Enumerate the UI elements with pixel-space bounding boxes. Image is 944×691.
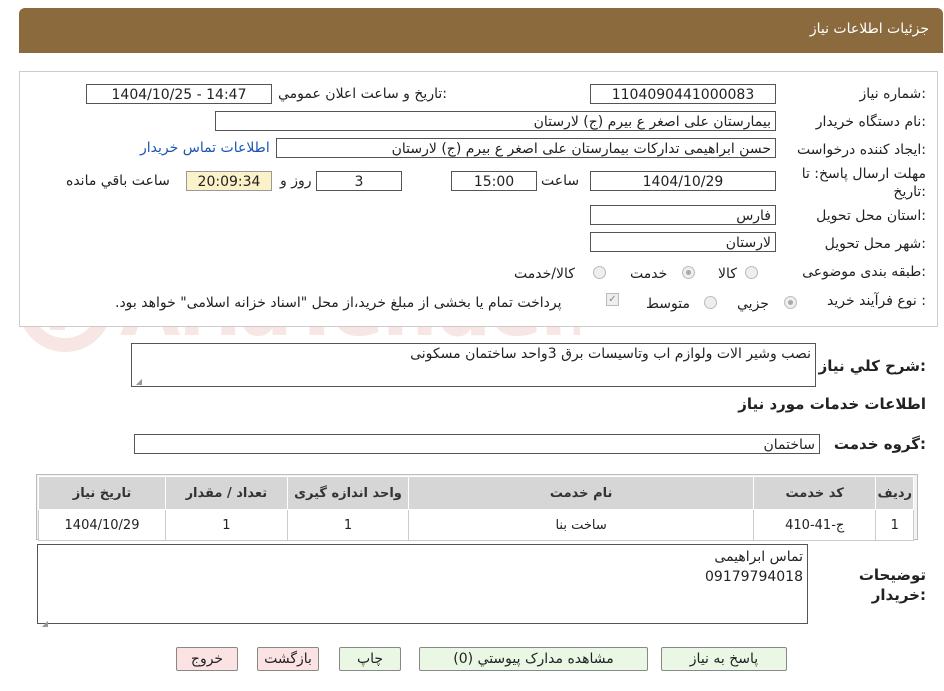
table-header-row: ردیف کد خدمت نام خدمت واحد اندازه گیری ت… [37, 476, 914, 510]
buyer-notes-label: توضیحات خریدار: [858, 566, 926, 604]
exit-button[interactable]: خروج [176, 647, 238, 671]
description-textarea[interactable]: نصب وشیر الات ولوازم اب وتاسیسات برق 3وا… [131, 343, 816, 387]
buyer-notes-line-1: تماس ابراهیمی [714, 549, 803, 565]
category-radio-goods[interactable] [745, 266, 758, 279]
cell-quantity: 1 [165, 509, 288, 541]
cell-service-name: ساخت بنا [408, 509, 754, 541]
page-header: جزئیات اطلاعات نیاز [19, 8, 943, 53]
category-option-goods: کالا [718, 266, 737, 282]
requester-field: حسن ابراهیمی تدارکات بیمارستان علی اصغر … [276, 138, 776, 158]
buyer-org-field: بیمارستان علی اصغر ع بیرم (ج) لارستان [215, 111, 776, 131]
process-option-minor: جزيي [737, 296, 769, 312]
page-title: جزئیات اطلاعات نیاز [809, 21, 929, 37]
col-qty-header: تعداد / مقدار [165, 476, 288, 510]
col-date-header: تاریخ نیاز [37, 476, 167, 510]
payment-note: پرداخت تمام یا بخشی از مبلغ خرید،از محل … [115, 295, 562, 311]
deadline-time-field: 15:00 [451, 171, 537, 191]
province-field: فارس [590, 205, 776, 225]
buyer-contact-link[interactable]: اطلاعات تماس خریدار [140, 140, 270, 156]
service-group-field: ساختمان [134, 434, 820, 454]
buyer-org-label: نام دستگاه خریدار: [815, 114, 926, 130]
table-row: 1 ج-41-410 ساخت بنا 1 1 1404/10/29 [37, 509, 914, 541]
resize-grip-icon[interactable]: ◢ [40, 614, 48, 628]
days-label: روز و [280, 173, 312, 189]
description-label: شرح کلي نياز: [818, 357, 926, 375]
cell-row-number: 1 [875, 509, 914, 541]
city-label: شهر محل تحویل: [824, 236, 926, 252]
process-radio-minor[interactable] [784, 296, 797, 309]
category-label: طبقه بندی موضوعی: [802, 264, 926, 280]
col-name-header: نام خدمت [408, 476, 754, 510]
deadline-time-label: ساعت [541, 173, 580, 189]
col-row-header: ردیف [875, 476, 914, 510]
announce-label: تاریخ و ساعت اعلان عمومي: [278, 86, 447, 102]
deadline-date-field: 1404/10/29 [590, 171, 776, 191]
deadline-label: مهلت ارسال پاسخ: تا تاريخ: [801, 166, 926, 200]
cell-unit: 1 [286, 509, 410, 541]
days-field: 3 [316, 171, 402, 191]
view-attachments-button[interactable]: مشاهده مدارک پیوستي (0) [419, 647, 648, 671]
cell-service-code: ج-41-410 [752, 509, 877, 541]
announce-datetime-field: 1404/10/25 - 14:47 [86, 84, 272, 104]
remaining-time-field: 20:09:34 [186, 171, 272, 191]
category-option-service: خدمت [630, 266, 668, 282]
process-option-medium: متوسط [646, 296, 690, 312]
cell-need-date: 1404/10/29 [37, 509, 167, 541]
treasury-payment-checkbox[interactable]: ✓ [606, 293, 619, 306]
process-radio-medium[interactable] [704, 296, 717, 309]
category-radio-both[interactable] [593, 266, 606, 279]
description-text: نصب وشیر الات ولوازم اب وتاسیسات برق 3وا… [410, 346, 811, 362]
remaining-label: ساعت باقي مانده [66, 173, 170, 189]
service-group-label: گروه خدمت: [833, 435, 926, 453]
category-radio-service[interactable] [682, 266, 695, 279]
col-code-header: کد خدمت [752, 476, 877, 510]
category-option-both: کالا/خدمت [514, 266, 575, 282]
province-label: استان محل تحویل: [816, 208, 926, 224]
process-label: نوع فرآیند خرید : [827, 293, 926, 309]
print-button[interactable]: چاپ [339, 647, 401, 671]
services-table: ردیف کد خدمت نام خدمت واحد اندازه گیری ت… [37, 476, 914, 541]
col-unit-header: واحد اندازه گیری [286, 476, 410, 510]
reply-button[interactable]: پاسخ به نیاز [661, 647, 787, 671]
buyer-notes-textarea[interactable]: تماس ابراهیمی 09179794018 ◢ [37, 544, 808, 628]
resize-grip-icon[interactable]: ◢ [134, 377, 142, 386]
back-button[interactable]: بازگشت [257, 647, 319, 671]
city-field: لارستان [590, 232, 776, 252]
need-number-label: شماره نیاز: [859, 86, 926, 102]
services-section-title: اطلاعات خدمات مورد نياز [738, 395, 926, 413]
need-number-field: 1104090441000083 [590, 84, 776, 104]
buyer-notes-line-2: 09179794018 [705, 569, 803, 585]
requester-label: ایجاد کننده درخواست: [797, 142, 926, 158]
